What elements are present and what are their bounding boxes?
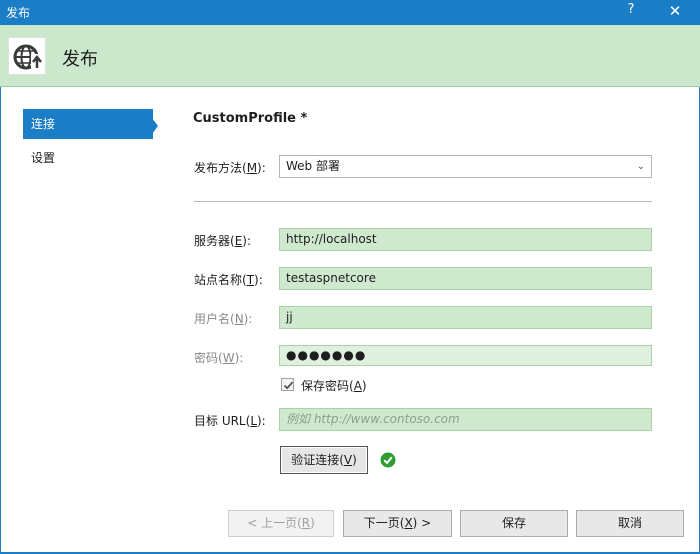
close-button[interactable]: ✕ bbox=[666, 2, 684, 20]
previous-button[interactable]: < 上一页(R) bbox=[228, 510, 334, 537]
save-password-checkbox[interactable] bbox=[281, 378, 294, 391]
dialog-header: 发布 bbox=[0, 25, 700, 87]
globe-publish-icon bbox=[8, 37, 46, 75]
header-title: 发布 bbox=[62, 49, 98, 70]
target-url-input[interactable]: 例如 http://www.contoso.com bbox=[279, 408, 652, 431]
publish-method-select[interactable]: Web 部署 ⌄ bbox=[279, 155, 652, 178]
section-divider bbox=[194, 201, 652, 202]
site-name-input[interactable]: testaspnetcore bbox=[279, 267, 652, 290]
next-button[interactable]: 下一页(X) > bbox=[343, 510, 452, 537]
window-border-left bbox=[0, 25, 1, 554]
help-button[interactable]: ? bbox=[624, 2, 638, 17]
site-name-label: 站点名称(T): bbox=[194, 273, 263, 287]
window-title: 发布 bbox=[6, 6, 31, 20]
profile-name: CustomProfile * bbox=[193, 111, 308, 126]
password-label: 密码(W): bbox=[194, 351, 244, 365]
password-input[interactable]: ●●●●●●● bbox=[279, 345, 652, 366]
server-input[interactable]: http://localhost bbox=[279, 228, 652, 251]
chevron-down-icon: ⌄ bbox=[636, 161, 645, 172]
check-circle-icon bbox=[380, 452, 396, 468]
server-label: 服务器(E): bbox=[194, 234, 252, 248]
validate-connection-button[interactable]: 验证连接(V) bbox=[280, 446, 368, 474]
title-bar: 发布 ? ✕ bbox=[0, 0, 700, 25]
username-input[interactable]: jj bbox=[279, 306, 652, 329]
publish-method-label: 发布方法(M): bbox=[194, 161, 266, 175]
username-label: 用户名(N): bbox=[194, 312, 253, 326]
target-url-label: 目标 URL(L): bbox=[194, 414, 266, 428]
publish-method-value: Web 部署 bbox=[286, 159, 340, 173]
sidebar-active-arrow bbox=[152, 118, 158, 134]
cancel-button[interactable]: 取消 bbox=[576, 510, 684, 537]
sidebar-item-settings[interactable]: 设置 bbox=[23, 143, 153, 173]
save-password-label[interactable]: 保存密码(A) bbox=[301, 377, 367, 394]
save-button[interactable]: 保存 bbox=[460, 510, 568, 537]
checkmark-icon bbox=[283, 381, 294, 390]
sidebar-item-connection[interactable]: 连接 bbox=[23, 109, 153, 139]
